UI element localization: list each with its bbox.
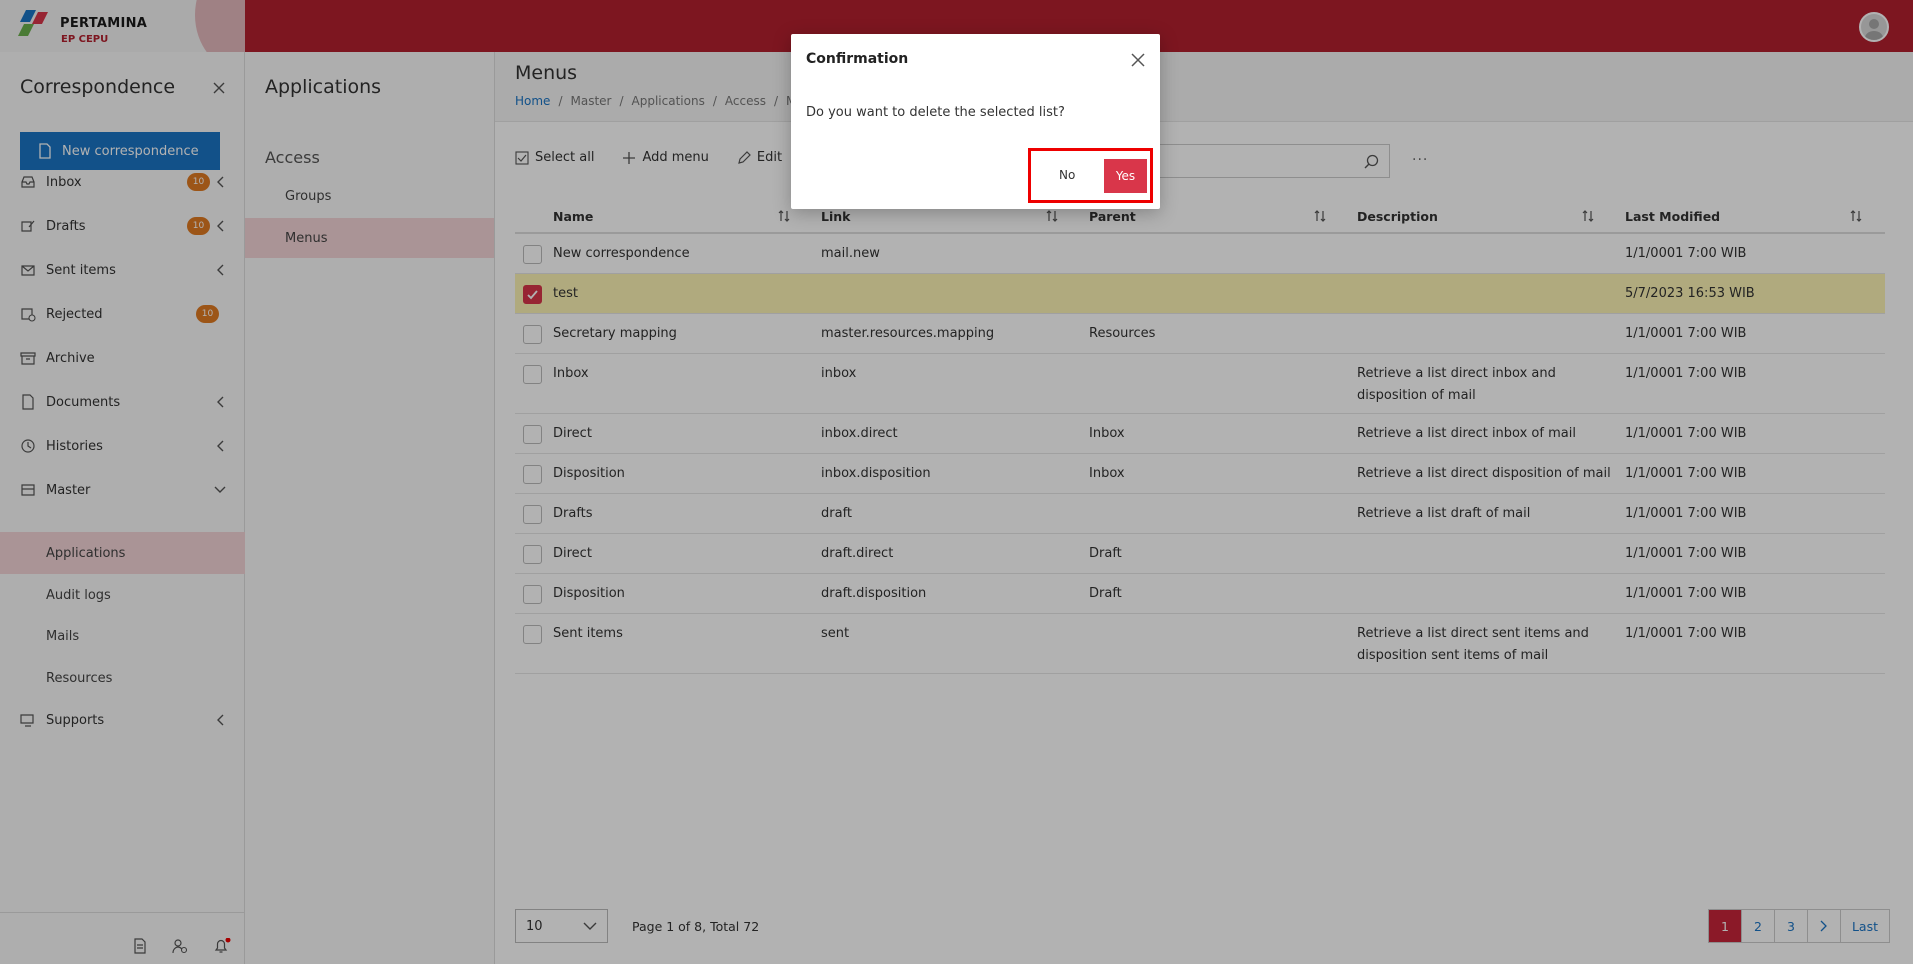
no-button[interactable]: No — [1059, 168, 1075, 182]
dialog-message: Do you want to delete the selected list? — [806, 105, 1065, 120]
close-icon[interactable] — [1131, 53, 1145, 67]
dialog-actions-highlight: No Yes — [1028, 148, 1153, 203]
yes-button[interactable]: Yes — [1104, 159, 1147, 193]
dialog-title: Confirmation — [806, 51, 909, 67]
confirmation-dialog: Confirmation Do you want to delete the s… — [791, 34, 1160, 209]
